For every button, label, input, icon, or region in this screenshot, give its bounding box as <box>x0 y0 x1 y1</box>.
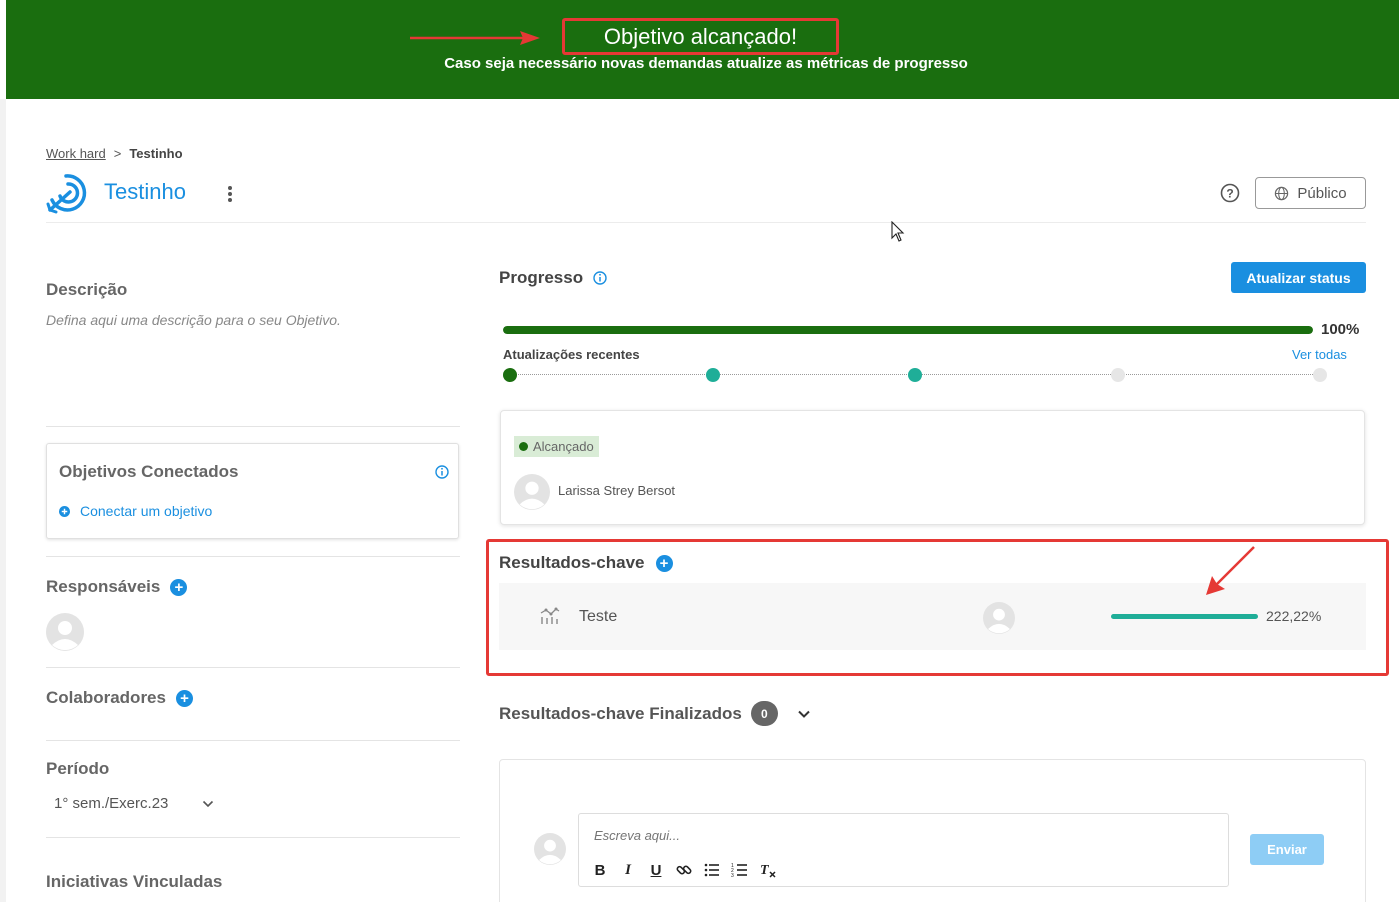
divider <box>46 667 460 668</box>
italic-icon[interactable]: I <box>619 861 637 879</box>
info-icon[interactable] <box>435 465 449 479</box>
timeline-dot[interactable] <box>908 368 922 382</box>
success-banner: Objetivo alcançado! Caso seja necessário… <box>6 0 1399 99</box>
divider <box>46 740 460 741</box>
objective-progress-bar <box>503 326 1313 334</box>
status-dot-icon <box>519 442 528 451</box>
page-title: Testinho <box>104 179 186 204</box>
status-badge-label: Alcançado <box>533 439 594 454</box>
send-button[interactable]: Enviar <box>1250 834 1324 865</box>
finished-key-results-toggle[interactable]: Resultados-chave Finalizados 0 <box>499 701 811 726</box>
visibility-button[interactable]: Público <box>1255 177 1366 209</box>
key-result-percent: 222,22% <box>1266 608 1322 624</box>
add-collaborator-button[interactable]: + <box>175 689 193 707</box>
connect-objective-label: Conectar um objetivo <box>80 503 213 519</box>
avatar <box>534 833 566 865</box>
status-card: Alcançado Larissa Strey Bersot <box>500 410 1365 525</box>
link-icon[interactable] <box>675 861 693 879</box>
divider <box>46 556 460 557</box>
status-user-name: Larissa Strey Bersot <box>558 483 676 498</box>
chevron-down-icon <box>798 710 810 718</box>
progress-label: Progresso <box>499 268 584 287</box>
responsible-label: Responsáveis <box>46 577 161 596</box>
metric-chart-icon <box>540 607 560 624</box>
responsible-section: Responsáveis + <box>46 577 188 597</box>
svg-text:3: 3 <box>731 873 734 879</box>
update-status-button[interactable]: Atualizar status <box>1231 262 1366 293</box>
key-results-label: Resultados-chave <box>499 553 645 572</box>
more-options-icon[interactable] <box>224 184 236 204</box>
divider <box>46 426 460 427</box>
key-result-progress-bar <box>1111 614 1258 619</box>
timeline-dot[interactable] <box>1110 368 1125 382</box>
breadcrumb-separator: > <box>113 146 122 161</box>
key-results-title: Resultados-chave + <box>499 553 673 573</box>
chevron-down-icon <box>202 800 214 807</box>
description-text[interactable]: Defina aqui uma descrição para o seu Obj… <box>46 312 341 328</box>
avatar <box>514 474 550 510</box>
editor-toolbar: B I U 1 2 3 T <box>591 861 777 879</box>
svg-text:T: T <box>760 863 770 878</box>
banner-subtitle: Caso seja necessário novas demandas atua… <box>444 55 968 72</box>
visibility-label: Público <box>1297 184 1347 202</box>
annotation-arrow-icon <box>1206 546 1255 595</box>
help-icon[interactable]: ? <box>1220 183 1240 203</box>
timeline-dot[interactable] <box>1313 368 1327 382</box>
connected-objectives-card: Objetivos Conectados Conectar um objetiv… <box>46 443 459 539</box>
description-label: Descrição <box>46 280 128 299</box>
banner-title-highlight: Objetivo alcançado! <box>562 18 839 55</box>
period-label: Período <box>46 759 110 778</box>
timeline-dot[interactable] <box>705 368 720 382</box>
finished-count-badge: 0 <box>750 701 778 726</box>
period-value: 1° sem./Exerc.23 <box>54 795 169 812</box>
underline-icon[interactable]: U <box>647 861 665 879</box>
left-edge <box>0 99 6 902</box>
comment-editor: B I U 1 2 3 T <box>578 813 1229 887</box>
add-key-result-button[interactable]: + <box>655 554 673 572</box>
breadcrumb: Work hard > Testinho <box>46 146 183 161</box>
numbered-list-icon[interactable]: 1 2 3 <box>731 861 749 879</box>
key-result-progress-fill <box>1111 614 1258 619</box>
status-badge: Alcançado <box>514 436 599 457</box>
globe-icon <box>1275 186 1289 200</box>
svg-text:?: ? <box>1226 187 1233 201</box>
header-divider <box>46 222 1366 223</box>
annotation-arrow-icon <box>410 31 540 45</box>
connect-objective-link[interactable]: Conectar um objetivo <box>59 503 212 519</box>
avatar[interactable] <box>46 613 84 651</box>
comment-input[interactable] <box>594 828 1194 843</box>
objective-target-icon <box>46 174 87 214</box>
connected-objectives-title: Objetivos Conectados <box>59 462 239 481</box>
progress-bar-fill <box>503 326 1313 334</box>
recent-updates-label: Atualizações recentes <box>503 347 640 362</box>
bold-icon[interactable]: B <box>591 861 609 879</box>
avatar <box>983 602 1015 634</box>
initiatives-label: Iniciativas Vinculadas <box>46 872 223 891</box>
progress-percent: 100% <box>1321 321 1360 338</box>
add-responsible-button[interactable]: + <box>170 578 188 596</box>
banner-title: Objetivo alcançado! <box>603 23 798 49</box>
breadcrumb-link-parent[interactable]: Work hard <box>46 146 106 161</box>
clear-format-icon[interactable]: T <box>759 861 777 879</box>
collaborators-section: Colaboradores + <box>46 688 193 708</box>
key-result-name: Teste <box>579 608 618 625</box>
progress-section-title: Progresso <box>499 268 607 288</box>
mouse-cursor-icon <box>891 221 905 242</box>
bullet-list-icon[interactable] <box>703 861 721 879</box>
comment-card: B I U 1 2 3 T <box>499 759 1366 902</box>
plus-circle-icon <box>59 505 70 517</box>
collaborators-label: Colaboradores <box>46 688 166 707</box>
see-all-link[interactable]: Ver todas <box>1292 347 1347 362</box>
finished-key-results-label: Resultados-chave Finalizados <box>499 703 742 723</box>
period-select[interactable]: 1° sem./Exerc.23 <box>54 795 214 812</box>
breadcrumb-current: Testinho <box>129 146 183 161</box>
info-icon[interactable] <box>593 271 607 285</box>
timeline-dot[interactable] <box>503 368 517 382</box>
divider <box>46 837 460 838</box>
